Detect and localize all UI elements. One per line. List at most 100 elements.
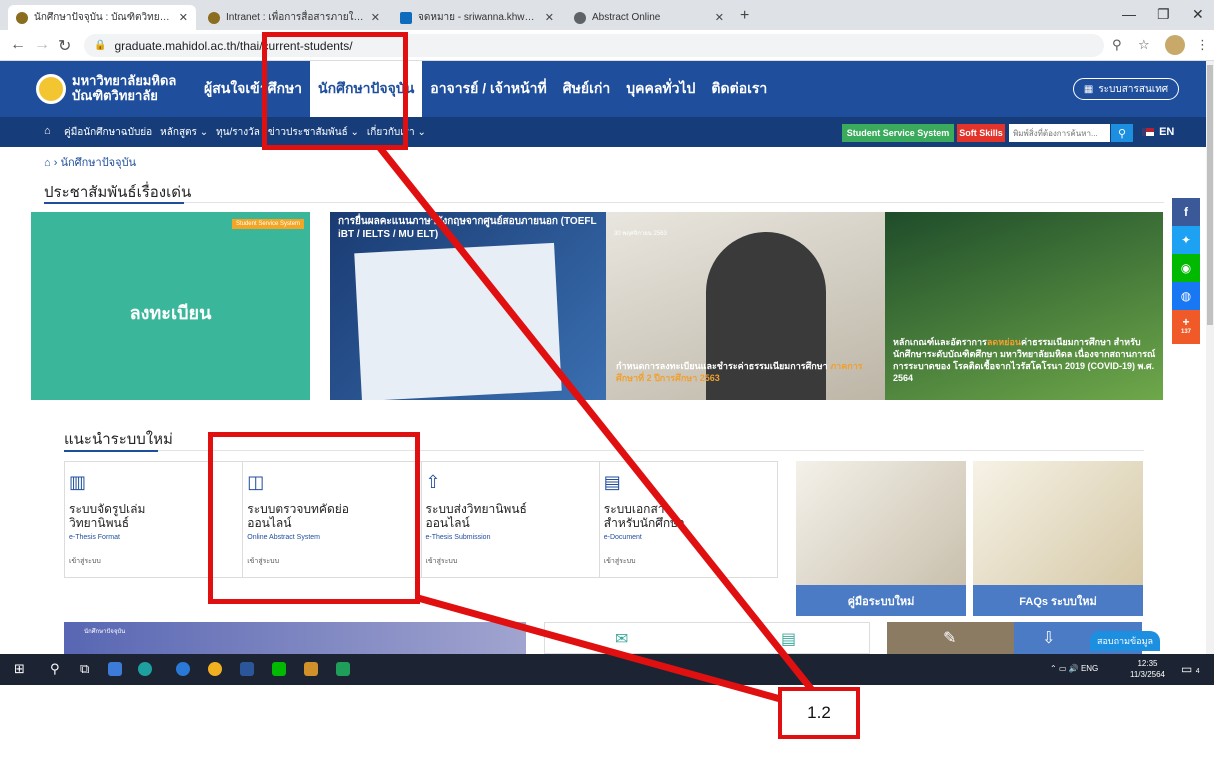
subnav-curriculum[interactable]: หลักสูตร ⌄ <box>160 125 208 140</box>
fee-reduction-caption: หลักเกณฑ์และอัตราการลดหย่อนค่าธรรมเนียมก… <box>893 336 1159 384</box>
close-icon[interactable]: ✕ <box>545 11 554 24</box>
chrome-icon[interactable] <box>208 662 222 676</box>
logo-line-graduate: บัณฑิตวิทยาลัย <box>72 88 158 103</box>
system-name: ออนไลน์ <box>425 516 470 530</box>
bookmark-star-icon[interactable]: ☆ <box>1138 37 1150 53</box>
system-login-link[interactable]: เข้าสู่ระบบ <box>604 556 636 567</box>
annotation-box-abstract-system <box>208 432 420 604</box>
restore-icon[interactable]: ❐ <box>1157 6 1170 23</box>
information-system-label: ระบบสารสนเทศ <box>1098 83 1169 95</box>
facebook-icon[interactable]: f <box>1172 198 1200 226</box>
search-icon[interactable]: ⚲ <box>50 661 60 677</box>
system-e-thesis-submission[interactable]: ⇧ ระบบส่งวิทยานิพนธ์ ออนไลน์ e-Thesis Su… <box>422 462 600 577</box>
home-icon[interactable]: ⌂ <box>44 125 51 137</box>
page-scrollbar[interactable] <box>1206 61 1214 654</box>
input-language[interactable]: ENG <box>1081 664 1098 673</box>
information-system-button[interactable]: ▦ ระบบสารสนเทศ <box>1073 78 1179 100</box>
line-icon[interactable]: ◉ <box>1172 254 1200 282</box>
student-service-button[interactable]: Student Service System <box>842 124 954 142</box>
subnav-handbook[interactable]: คู่มือนักศึกษาฉบับย่อ <box>64 125 152 140</box>
task-view-icon[interactable]: ⧉ <box>80 661 89 677</box>
system-login-link[interactable]: เข้าสู่ระบบ <box>426 556 458 567</box>
paint-app-icon[interactable] <box>304 662 318 676</box>
language-label: EN <box>1159 126 1175 138</box>
news-date: 30 พฤศจิกายน 2563 <box>614 231 667 237</box>
form-icon[interactable]: ▤ <box>781 629 796 649</box>
file-explorer-icon[interactable] <box>108 662 122 676</box>
chevron-down-icon: ⌄ <box>417 126 426 138</box>
internet-explorer-icon[interactable] <box>176 662 190 676</box>
taskbar-clock[interactable]: 12:35 11/3/2564 <box>1130 658 1165 680</box>
featured-card-fee-reduction[interactable]: หลักเกณฑ์และอัตราการลดหย่อนค่าธรรมเนียมก… <box>885 212 1163 400</box>
address-bar[interactable]: 🔒 graduate.mahidol.ac.th/thai/current-st… <box>84 34 1104 57</box>
twitter-icon[interactable]: ✦ <box>1172 226 1200 254</box>
featured-card-register[interactable]: Student Service System ลงทะเบียน <box>31 212 310 400</box>
nav-public[interactable]: บุคคลทั่วไป <box>618 61 703 117</box>
site-header: มหาวิทยาลัยมหิดล บัณฑิตวิทยาลัย ผู้สนใจเ… <box>0 61 1206 117</box>
annotation-box-nav <box>262 32 408 150</box>
share-plus-button[interactable]: + 137 <box>1172 310 1200 344</box>
logo-text[interactable]: มหาวิทยาลัยมหิดล บัณฑิตวิทยาลัย <box>72 73 176 103</box>
clock-time: 12:35 <box>1137 659 1158 668</box>
back-arrow-icon[interactable]: ← <box>10 36 26 54</box>
minimize-icon[interactable]: — <box>1122 6 1136 22</box>
forward-arrow-icon[interactable]: → <box>34 36 50 54</box>
scrollbar-thumb[interactable] <box>1207 65 1213 325</box>
browser-tab-mail[interactable]: จดหมาย - sriwanna.khw@mahidol ✕ <box>392 5 562 30</box>
close-icon[interactable]: ✕ <box>715 11 724 24</box>
globe-favicon-icon <box>574 11 586 24</box>
edge-icon[interactable] <box>138 662 152 676</box>
registration-caption: กำหนดการลงทะเบียนและชำระค่าธรรมเนียมการศ… <box>616 360 880 384</box>
messenger-icon[interactable]: ◍ <box>1172 282 1200 310</box>
search-icon[interactable]: ⚲ <box>1111 124 1133 142</box>
heading-underline <box>64 450 158 452</box>
profile-avatar[interactable] <box>1165 35 1185 55</box>
logo-line-university: มหาวิทยาลัยมหิดล <box>72 73 177 88</box>
soft-skills-button[interactable]: Soft Skills <box>957 124 1005 142</box>
system-login-link[interactable]: เข้าสู่ระบบ <box>69 556 101 567</box>
network-icon[interactable]: ▭ <box>1059 664 1067 673</box>
notification-center[interactable]: ▭ 4 <box>1181 662 1200 676</box>
faq-tile[interactable]: FAQs ระบบใหม่ <box>973 461 1143 616</box>
language-switch[interactable]: EN <box>1142 126 1174 138</box>
home-icon[interactable]: ⌂ <box>44 157 51 169</box>
notification-count: 4 <box>1195 668 1200 675</box>
browser-tabstrip: นักศึกษาปัจจุบัน : บัณฑิตวิทยาลัย มหา ✕ … <box>0 0 1214 30</box>
nav-alumni[interactable]: ศิษย์เก่า <box>555 61 618 117</box>
zoom-icon[interactable]: ⚲ <box>1112 37 1122 53</box>
word-icon[interactable] <box>240 662 254 676</box>
chevron-up-icon[interactable]: ⌃ <box>1050 664 1057 673</box>
close-icon[interactable]: ✕ <box>371 11 380 24</box>
subnav-scholarship[interactable]: ทุน/รางวัล <box>216 125 260 140</box>
manual-tile[interactable]: คู่มือระบบใหม่ <box>796 461 966 616</box>
menu-dots-icon[interactable]: ⋮ <box>1196 37 1209 53</box>
tab-label: นักศึกษาปัจจุบัน : บัณฑิตวิทยาลัย มหา <box>34 12 173 23</box>
featured-card-registration-schedule[interactable]: 30 พฤศจิกายน 2563 กำหนดการลงทะเบียนและชำ… <box>606 212 885 400</box>
browser-tab-abstract-online[interactable]: Abstract Online ✕ <box>566 5 732 30</box>
window-close-icon[interactable]: ✕ <box>1192 6 1204 23</box>
new-tab-icon[interactable]: + <box>740 7 749 25</box>
close-icon[interactable]: ✕ <box>179 11 188 24</box>
contact-us-button[interactable]: สอบถามข้อมูล <box>1090 631 1160 651</box>
system-e-document[interactable]: ▤ ระบบเอกสาร สำหรับนักศึกษา e-Document เ… <box>600 462 777 577</box>
bottom-banner[interactable]: นักศึกษาปัจจุบัน <box>64 622 526 654</box>
mahidol-logo-icon[interactable] <box>36 74 66 104</box>
caption-highlight: ลดหย่อน <box>986 337 1021 347</box>
us-flag-icon <box>1142 128 1154 137</box>
featured-card-english-score[interactable]: การยื่นผลคะแนนภาษาอังกฤษจากศูนย์สอบภายนอ… <box>330 212 606 400</box>
site-search-input[interactable] <box>1009 124 1110 142</box>
reload-icon[interactable]: ↻ <box>58 36 71 56</box>
email-icon[interactable]: ✉ <box>615 629 628 649</box>
nav-contact[interactable]: ติดต่อเรา <box>703 61 775 117</box>
windows-start-icon[interactable]: ⊞ <box>14 661 25 677</box>
browser-tab-intranet[interactable]: Intranet : เพื่อการสื่อสารภายในองค์กร ✕ <box>200 5 388 30</box>
social-share-bar: f ✦ ◉ ◍ + 137 <box>1172 198 1200 344</box>
volume-icon[interactable]: 🔊 <box>1069 664 1079 673</box>
browser-tab-current-students[interactable]: นักศึกษาปัจจุบัน : บัณฑิตวิทยาลัย มหา ✕ <box>8 5 196 30</box>
nav-faculty-staff[interactable]: อาจารย์ / เจ้าหน้าที่ <box>422 61 554 117</box>
bottom-tile-brown[interactable]: ✎ <box>887 622 1014 654</box>
line-app-icon[interactable] <box>272 662 286 676</box>
manual-photo <box>796 461 966 585</box>
green-app-icon[interactable] <box>336 662 350 676</box>
caption-part-a: หลักเกณฑ์และอัตราการ <box>893 337 987 347</box>
